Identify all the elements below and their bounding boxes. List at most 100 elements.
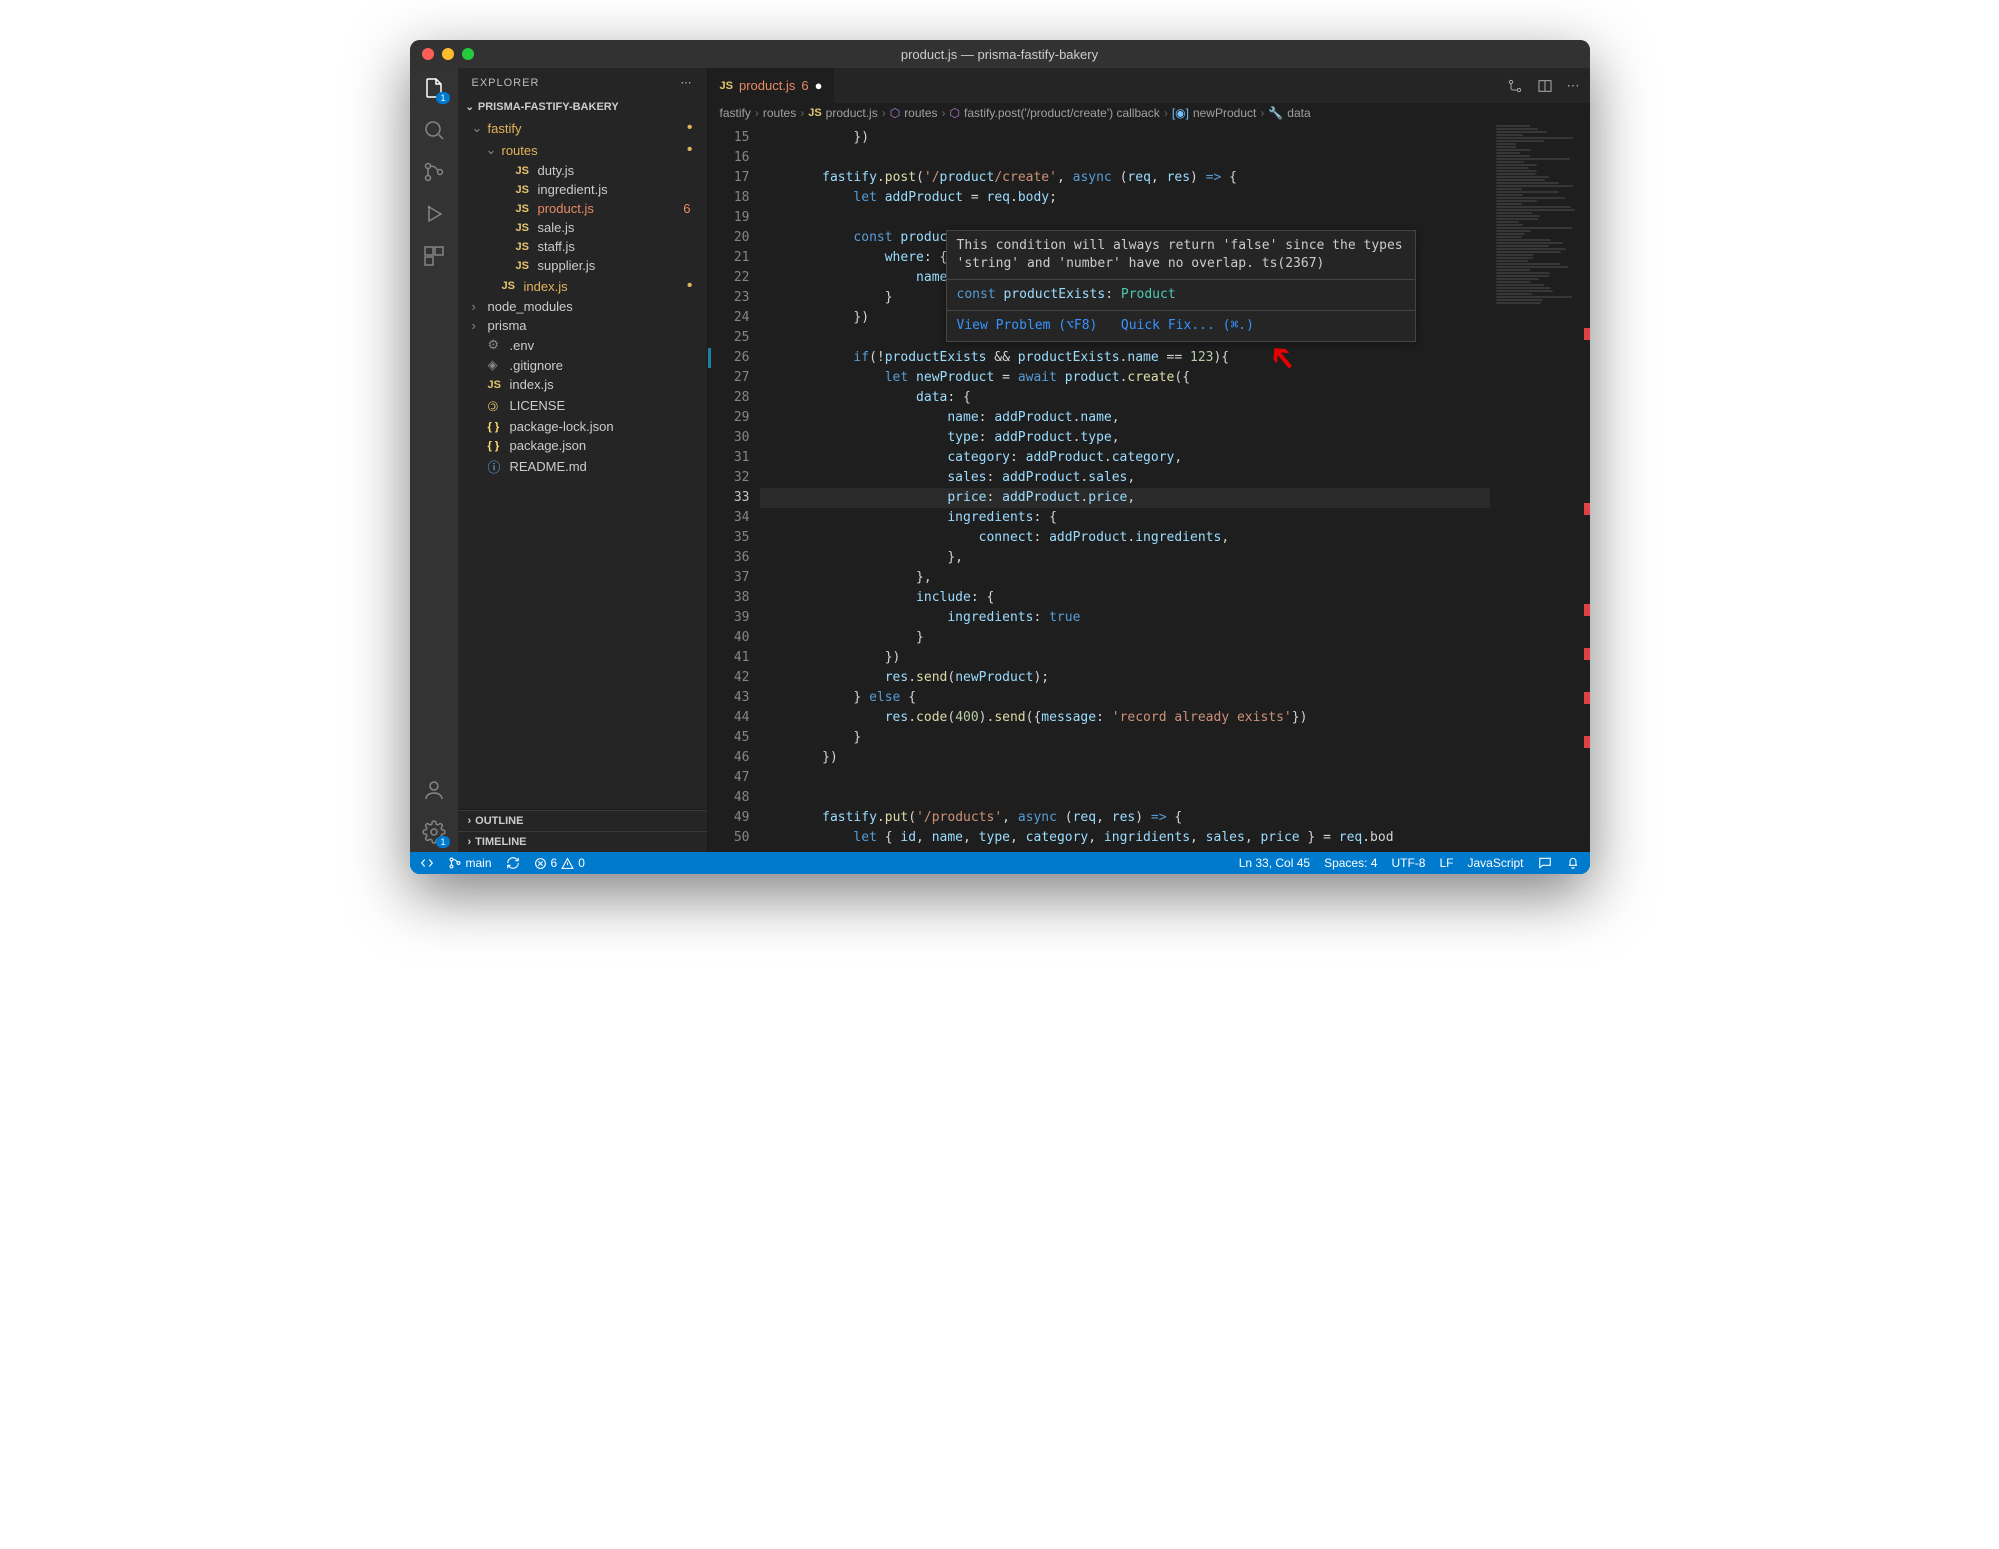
tree-item-label: index.js (510, 377, 554, 392)
tree-item-label: fastify (488, 121, 522, 136)
breadcrumb-item[interactable]: ⬡ routes (890, 106, 938, 120)
breadcrumb-item[interactable]: [◉] newProduct (1172, 106, 1257, 120)
quick-fix-link[interactable]: Quick Fix... (⌘.) (1121, 318, 1254, 333)
tree-item[interactable]: JSindex.js (458, 375, 707, 394)
settings-badge: 1 (436, 836, 449, 848)
js-file-icon: JS (808, 107, 821, 119)
status-encoding[interactable]: UTF-8 (1391, 856, 1425, 870)
tree-item[interactable]: JSsale.js (458, 218, 707, 237)
window-title: product.js — prisma-fastify-bakery (410, 47, 1590, 62)
modified-dot-icon: • (687, 119, 693, 137)
editor-more-icon[interactable]: ⋯ (1567, 78, 1580, 94)
tree-item[interactable]: ⓘREADME.md (458, 455, 707, 478)
explorer-badge: 1 (436, 92, 449, 104)
hover-error-message: This condition will always return 'false… (947, 231, 1415, 280)
tree-item-label: package-lock.json (510, 419, 614, 434)
tree-item[interactable]: › node_modules (458, 297, 707, 316)
tree-item[interactable]: 🄯 LICENSE (458, 394, 707, 417)
breadcrumb-item[interactable]: 🔧 data (1268, 106, 1310, 120)
view-problem-link[interactable]: View Problem (⌥F8) (957, 318, 1098, 333)
tree-item[interactable]: JSsupplier.js (458, 256, 707, 275)
status-cursor-position[interactable]: Ln 33, Col 45 (1239, 856, 1310, 870)
breadcrumb-item[interactable]: routes (763, 106, 796, 120)
tree-item-label: duty.js (538, 163, 575, 178)
editor-area: JS product.js 6 ● ⋯ fastify› routes›JS p… (708, 68, 1590, 852)
tree-item[interactable]: ⌄routes• (458, 139, 707, 161)
activity-source-control-icon[interactable] (422, 160, 446, 184)
close-window[interactable] (422, 48, 434, 60)
status-branch[interactable]: main (448, 856, 492, 870)
tree-item[interactable]: JS staff.js (458, 237, 707, 256)
tree-item-label: package.json (510, 438, 587, 453)
sidebar-project-root[interactable]: ⌄PRISMA-FASTIFY-BAKERY (458, 97, 707, 117)
tab-product-js[interactable]: JS product.js 6 ● (708, 68, 836, 103)
status-language[interactable]: JavaScript (1467, 856, 1523, 870)
json-file-icon: { } (488, 440, 504, 452)
breadcrumb-item[interactable]: fastify (720, 106, 751, 120)
tree-item[interactable]: JSproduct.js6 (458, 199, 707, 218)
modified-dot-icon: • (687, 277, 693, 295)
tree-item-label: sale.js (538, 220, 575, 235)
tree-item[interactable]: JSduty.js (458, 161, 707, 180)
tree-item-label: node_modules (488, 299, 573, 314)
activity-settings-icon[interactable]: 1 (422, 820, 446, 844)
maximize-window[interactable] (462, 48, 474, 60)
tree-item-label: product.js (538, 201, 594, 216)
breadcrumb-item[interactable]: JS product.js (808, 106, 878, 120)
activity-extensions-icon[interactable] (422, 244, 446, 268)
editor-tabs: JS product.js 6 ● ⋯ (708, 68, 1590, 103)
minimize-window[interactable] (442, 48, 454, 60)
status-bell-icon[interactable] (1566, 856, 1580, 870)
status-sync-icon[interactable] (506, 856, 520, 870)
info-icon: ⓘ (488, 457, 504, 476)
hover-actions: View Problem (⌥F8) Quick Fix... (⌘.) (947, 311, 1415, 341)
chevron-icon: ⌄ (472, 120, 482, 136)
tree-item[interactable]: JSingredient.js (458, 180, 707, 199)
license-icon: 🄯 (488, 396, 504, 415)
tree-item[interactable]: { } package.json (458, 436, 707, 455)
activity-accounts-icon[interactable] (422, 778, 446, 802)
tree-item[interactable]: JSindex.js• (458, 275, 707, 297)
git-ignore-icon: ◈ (488, 357, 504, 373)
status-feedback-icon[interactable] (1538, 856, 1552, 870)
tree-item-label: index.js (524, 279, 568, 294)
file-tree: ⌄fastify•⌄routes•JSduty.jsJSingredient.j… (458, 117, 707, 809)
status-remote-icon[interactable] (420, 856, 434, 870)
tree-item[interactable]: ⚙.env (458, 335, 707, 355)
status-problems[interactable]: 6 0 (534, 856, 585, 870)
sidebar: EXPLORER ⋯ ⌄PRISMA-FASTIFY-BAKERY ⌄ fasti… (458, 68, 708, 852)
tree-item-label: supplier.js (538, 258, 596, 273)
hover-tooltip: This condition will always return 'false… (946, 230, 1416, 342)
statusbar: main 6 0 Ln 33, Col 45 Spaces: 4 UTF-8 L… (410, 852, 1590, 874)
tree-item[interactable]: { }package-lock.json (458, 417, 707, 436)
js-file-icon: JS (516, 241, 532, 253)
compare-changes-icon[interactable] (1507, 78, 1523, 94)
activity-explorer-icon[interactable]: 1 (422, 76, 446, 100)
tab-label: product.js (739, 78, 795, 93)
titlebar: product.js — prisma-fastify-bakery (410, 40, 1590, 68)
activity-search-icon[interactable] (422, 118, 446, 142)
project-name: PRISMA-FASTIFY-BAKERY (478, 101, 619, 113)
breadcrumb-item[interactable]: ⬡ fastify.post('/product/create') callba… (950, 106, 1160, 120)
tree-item[interactable]: ›prisma (458, 316, 707, 335)
outline-section[interactable]: ›OUTLINE (458, 810, 707, 831)
tab-problem-count: 6 (801, 78, 808, 93)
status-indent[interactable]: Spaces: 4 (1324, 856, 1377, 870)
tree-item[interactable]: ◈.gitignore (458, 355, 707, 375)
sidebar-header: EXPLORER ⋯ (458, 68, 707, 97)
status-eol[interactable]: LF (1439, 856, 1453, 870)
activity-run-debug-icon[interactable] (422, 202, 446, 226)
breadcrumbs[interactable]: fastify› routes›JS product.js›⬡ routes›⬡… (708, 103, 1590, 124)
split-editor-icon[interactable] (1537, 78, 1553, 94)
timeline-section[interactable]: ›TIMELINE (458, 831, 707, 852)
problem-count: 6 (683, 201, 690, 216)
editor-body[interactable]: 1516171819202122232425262728293031323334… (708, 124, 1590, 852)
tree-item[interactable]: ⌄ fastify • (458, 117, 707, 139)
tree-item-label: .env (510, 338, 535, 353)
traffic-lights (410, 48, 474, 60)
chevron-icon: › (472, 299, 482, 314)
tree-item-label: LICENSE (510, 398, 566, 413)
tree-item-label: staff.js (538, 239, 575, 254)
minimap[interactable] (1490, 124, 1590, 852)
sidebar-more-icon[interactable]: ⋯ (681, 76, 693, 89)
